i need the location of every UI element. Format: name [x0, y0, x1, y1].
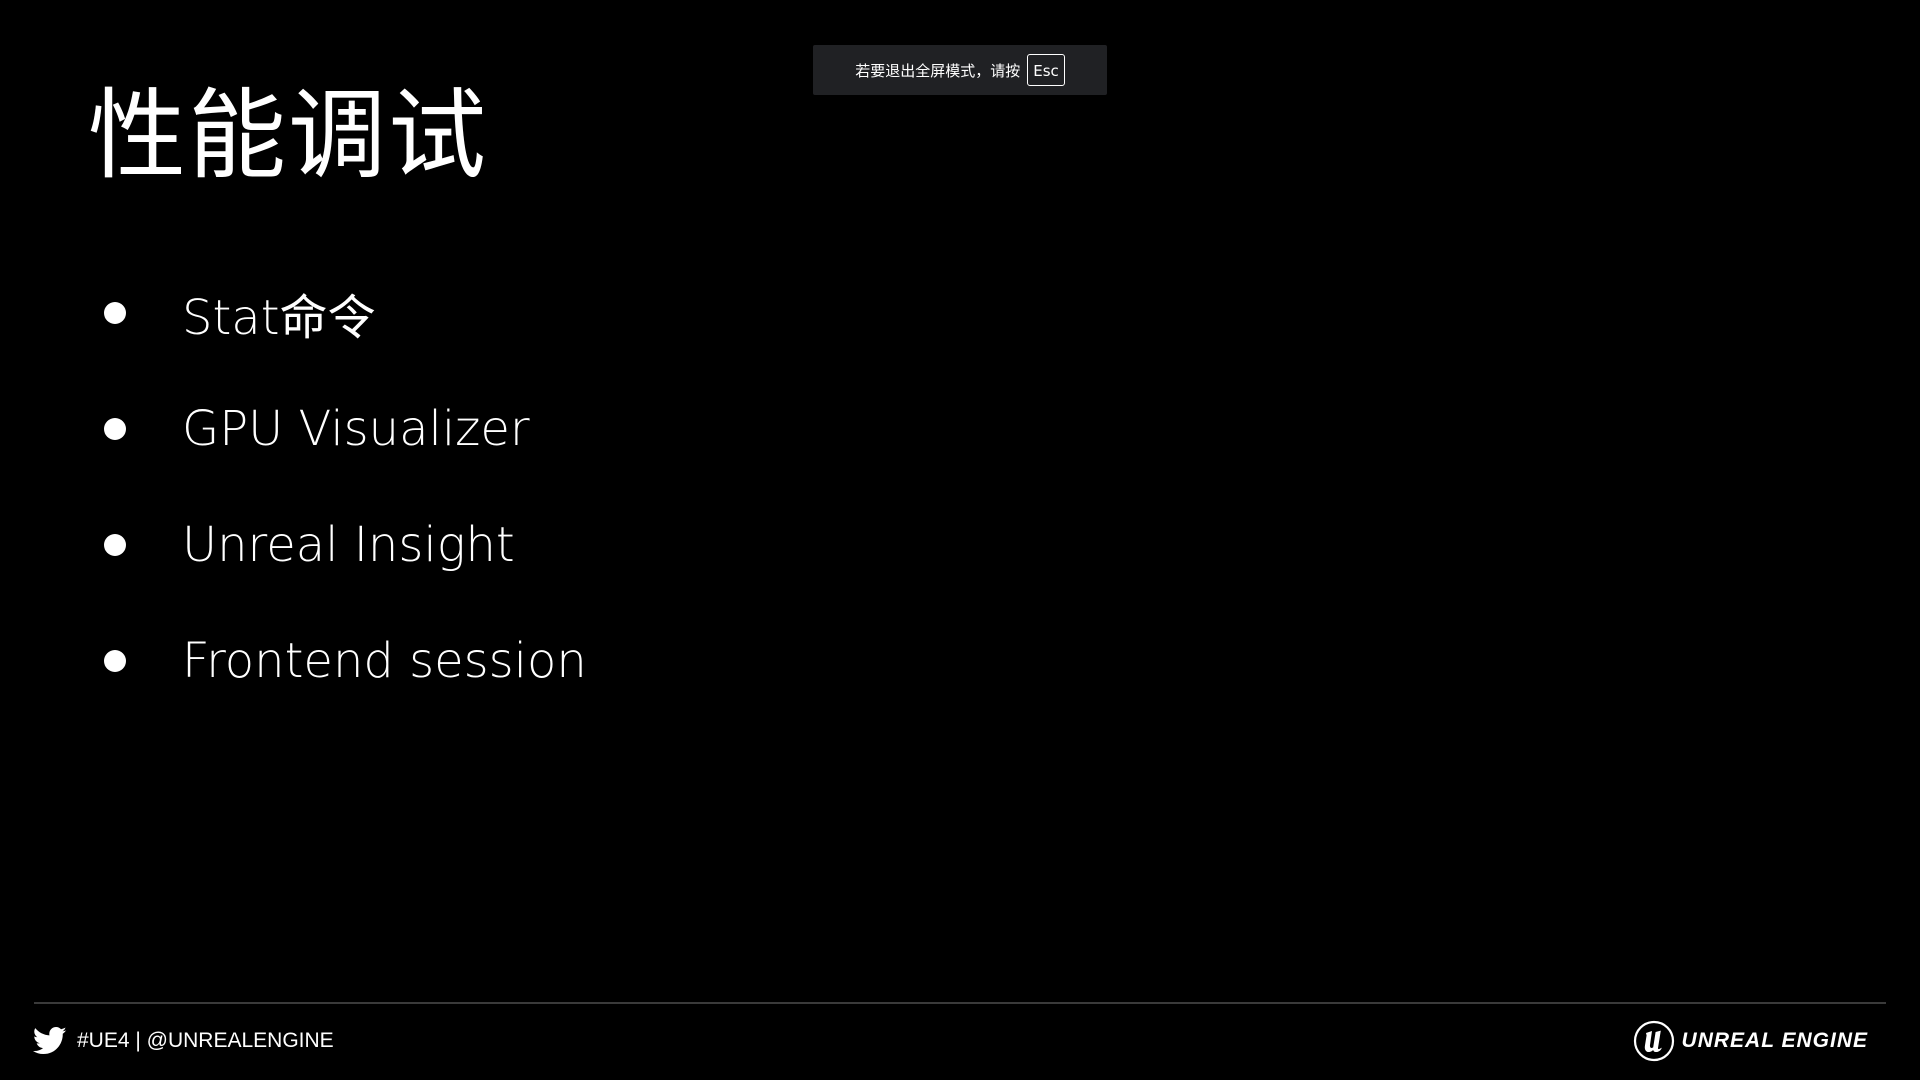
brand-name: UNREAL ENGINE	[1681, 1029, 1868, 1052]
bullet-dot-icon	[104, 534, 126, 556]
esc-key-badge: Esc	[1027, 54, 1065, 86]
bullet-dot-icon	[104, 650, 126, 672]
bullet-text: Stat命令	[182, 290, 376, 346]
bullet-text: Unreal Insight	[182, 517, 515, 573]
footer-brand: UNREAL ENGINE	[1633, 1019, 1868, 1063]
bullet-item-stat: Stat命令	[104, 255, 587, 371]
unreal-engine-logo-icon	[1633, 1020, 1674, 1062]
slide-title: 性能调试	[88, 79, 489, 193]
bullet-item-gpu-visualizer: GPU Visualizer	[104, 371, 587, 487]
bullet-text: Frontend session	[182, 633, 587, 689]
twitter-bird-icon	[33, 1026, 67, 1055]
bullet-list: Stat命令 GPU Visualizer Unreal Insight Fro…	[104, 255, 587, 719]
footer-divider	[34, 1002, 1886, 1004]
social-handle: #UE4 | @UNREALENGINE	[77, 1029, 334, 1052]
bullet-text: GPU Visualizer	[182, 401, 530, 457]
bullet-item-unreal-insight: Unreal Insight	[104, 487, 587, 603]
fullscreen-notice-message: 若要退出全屏模式，请按	[855, 61, 1021, 80]
bullet-item-frontend-session: Frontend session	[104, 603, 587, 719]
bullet-dot-icon	[104, 302, 126, 324]
fullscreen-exit-notice: 若要退出全屏模式，请按 Esc	[813, 45, 1107, 95]
footer-social: #UE4 | @UNREALENGINE	[33, 1024, 334, 1058]
bullet-dot-icon	[104, 418, 126, 440]
